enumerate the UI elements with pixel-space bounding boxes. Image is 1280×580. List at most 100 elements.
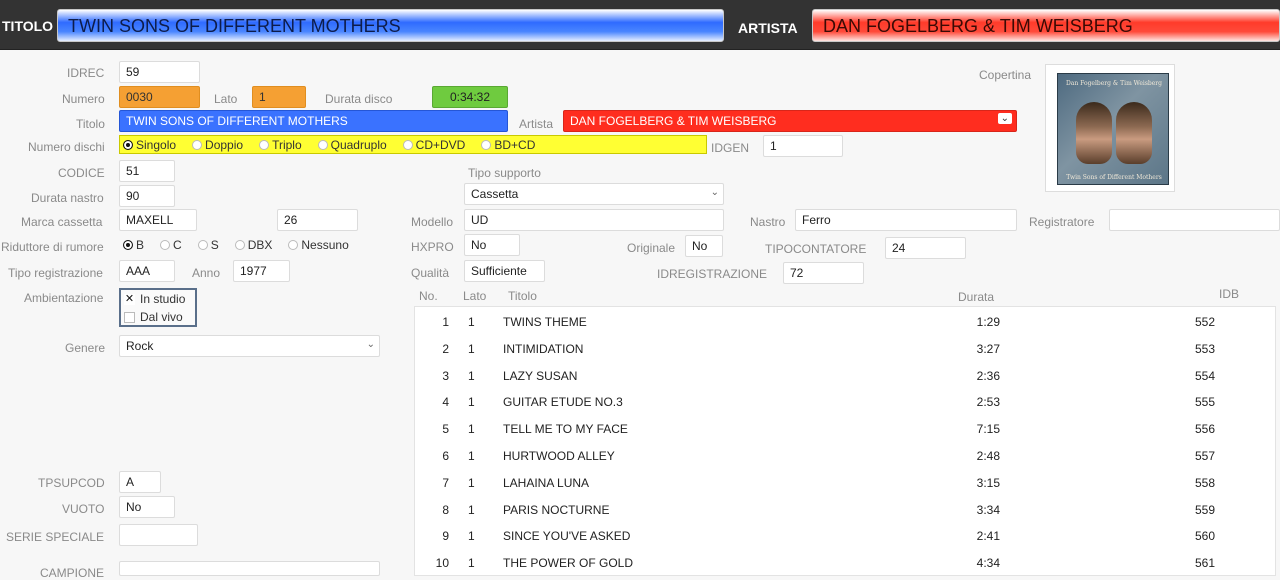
radio-singolo[interactable]: Singolo	[123, 138, 176, 152]
idregistrazione-field[interactable]: 72	[783, 262, 864, 284]
cell-lato: 1	[468, 449, 475, 463]
cell-durata: 1:29	[976, 315, 1000, 329]
radio-s[interactable]: S	[197, 238, 219, 252]
cover-image-frame[interactable]: Dan Fogelberg & Tim Weisberg Twin Sons o…	[1045, 64, 1175, 192]
radio-triplo[interactable]: Triplo	[259, 138, 302, 152]
modello-label: Modello	[411, 215, 454, 229]
idrec-field[interactable]: 59	[119, 61, 200, 83]
modello-field[interactable]: UD	[464, 209, 724, 231]
radio-quadruplo[interactable]: Quadruplo	[317, 138, 387, 152]
codice-field[interactable]: 51	[119, 160, 175, 182]
numero-field[interactable]: 0030	[119, 86, 200, 108]
cell-no: 9	[442, 529, 449, 544]
registratore-label: Registratore	[1029, 215, 1095, 229]
table-row[interactable]: 8 1 PARIS NOCTURNE 3:34 559	[415, 496, 1275, 523]
durata-disco-label: Durata disco	[325, 92, 393, 106]
cell-idb: 557	[1195, 449, 1216, 463]
table-row[interactable]: 7 1 LAHAINA LUNA 3:15 558	[415, 469, 1275, 496]
cell-durata: 3:34	[976, 502, 1000, 517]
tipo-registrazione-field[interactable]: AAA	[119, 260, 175, 282]
nastro-label: Nastro	[750, 215, 786, 229]
radio-cd-dvd[interactable]: CD+DVD	[402, 138, 465, 152]
checkbox-in-studio[interactable]: ✕ In studio	[124, 292, 185, 306]
table-row[interactable]: 1 1 TWINS THEME 1:29 552	[415, 308, 1275, 335]
table-row[interactable]: 6 1 HURTWOOD ALLEY 2:48 557	[415, 442, 1275, 469]
titolo-field[interactable]: TWIN SONS OF DIFFERENT MOTHERS	[119, 110, 508, 132]
qualita-field[interactable]: Sufficiente	[464, 260, 545, 282]
table-row[interactable]: 10 1 THE POWER OF GOLD 4:34 561	[415, 549, 1275, 576]
serie-speciale-field[interactable]	[119, 524, 198, 546]
table-row[interactable]: 9 1 SINCE YOU'VE ASKED 2:41 560	[415, 522, 1275, 549]
radio-dbx[interactable]: DBX	[234, 238, 272, 252]
radio-dot-icon	[259, 140, 270, 150]
vuoto-label: VUOTO	[62, 502, 105, 516]
cell-idb: 554	[1195, 368, 1216, 383]
col-header-titolo[interactable]: Titolo	[508, 289, 537, 303]
tpsupcod-label: TPSUPCOD	[38, 476, 105, 490]
cell-idb: 560	[1195, 529, 1216, 544]
table-row[interactable]: 5 1 TELL ME TO MY FACE 7:15 556	[415, 415, 1275, 442]
col-header-no[interactable]: No.	[419, 289, 438, 303]
radio-nessuno[interactable]: Nessuno	[288, 238, 349, 252]
copertina-label: Copertina	[979, 68, 1032, 82]
idgen-field[interactable]: 1	[763, 135, 843, 157]
header-artist-field[interactable]: DAN FOGELBERG & TIM WEISBERG	[812, 9, 1280, 42]
radio-dot-icon	[481, 140, 492, 150]
genere-label: Genere	[65, 341, 106, 355]
chevron-down-icon: ⌄	[710, 187, 719, 198]
originale-field[interactable]: No	[685, 235, 723, 257]
durata-nastro-field[interactable]: 90	[119, 185, 175, 207]
col-header-idb[interactable]: IDB	[1219, 287, 1239, 301]
table-row[interactable]: 4 1 GUITAR ETUDE NO.3 2:53 555	[415, 388, 1275, 415]
radio-c[interactable]: C	[160, 238, 182, 252]
cell-durata: 2:48	[976, 449, 1000, 463]
cell-idb: 555	[1195, 395, 1216, 410]
artista-select[interactable]: DAN FOGELBERG & TIM WEISBERG ⌄	[563, 110, 1017, 132]
hxpro-field[interactable]: No	[464, 234, 520, 256]
lato-field[interactable]: 1	[252, 86, 306, 108]
tpsupcod-field[interactable]: A	[119, 471, 161, 493]
checkbox-dal-vivo[interactable]: Dal vivo	[124, 310, 183, 324]
col-header-durata[interactable]: Durata	[958, 290, 994, 304]
table-row[interactable]: 3 1 LAZY SUSAN 2:36 554	[415, 362, 1275, 389]
tipo-supporto-select[interactable]: Cassetta ⌄	[464, 183, 724, 205]
durata-nastro-label: Durata nastro	[31, 191, 104, 205]
radio-dot-icon	[197, 240, 208, 250]
cell-titolo: INTIMIDATION	[503, 341, 584, 356]
radio-dot-icon	[160, 240, 171, 250]
tipo-registrazione-label: Tipo registrazione	[8, 266, 103, 280]
col-header-lato[interactable]: Lato	[463, 289, 486, 303]
anno-field[interactable]: 1977	[233, 260, 290, 282]
campione-field[interactable]	[119, 561, 380, 576]
cell-no: 2	[442, 341, 449, 356]
radio-bd-cd[interactable]: BD+CD	[481, 138, 535, 152]
marca-cassetta-extra-field[interactable]: 26	[277, 209, 358, 231]
header-title-field[interactable]: TWIN SONS OF DIFFERENT MOTHERS	[57, 9, 724, 42]
durata-disco-field[interactable]: 0:34:32	[432, 86, 508, 108]
marca-cassetta-field[interactable]: MAXELL	[119, 209, 197, 231]
cell-lato: 1	[468, 422, 475, 437]
tipocontatore-field[interactable]: 24	[885, 237, 966, 259]
table-row[interactable]: 2 1 INTIMIDATION 3:27 553	[415, 335, 1275, 362]
cell-lato: 1	[468, 475, 475, 490]
genere-select[interactable]: Rock ⌄	[119, 335, 380, 357]
idrec-label: IDREC	[67, 66, 105, 80]
idregistrazione-label: IDREGISTRAZIONE	[657, 267, 768, 281]
qualita-label: Qualità	[411, 266, 450, 280]
vuoto-field[interactable]: No	[119, 496, 175, 518]
registratore-field[interactable]	[1109, 209, 1280, 231]
cell-titolo: LAHAINA LUNA	[503, 475, 590, 490]
cell-no: 4	[442, 395, 449, 410]
riduttore-label: Riduttore di rumore	[1, 240, 104, 254]
cell-titolo: TELL ME TO MY FACE	[503, 422, 628, 437]
radio-dot-icon	[192, 140, 203, 150]
chevron-down-icon: ⌄	[366, 339, 375, 350]
radio-b[interactable]: B	[123, 238, 144, 252]
hxpro-label: HXPRO	[411, 240, 454, 254]
radio-doppio[interactable]: Doppio	[192, 138, 243, 152]
cell-idb: 559	[1195, 502, 1216, 517]
chevron-down-icon[interactable]: ⌄	[997, 113, 1012, 124]
radio-dot-icon	[123, 240, 133, 250]
cover-top-text: Dan Fogelberg & Tim Weisberg	[1065, 80, 1163, 87]
nastro-field[interactable]: Ferro	[795, 209, 1017, 231]
